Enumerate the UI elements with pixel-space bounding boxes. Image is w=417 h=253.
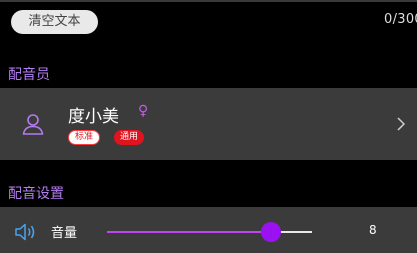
standard-badge: 标准 xyxy=(68,130,101,145)
character-counter: 0/300 xyxy=(384,12,417,27)
chevron-right-icon xyxy=(397,117,405,131)
volume-slider-thumb[interactable] xyxy=(261,222,281,242)
settings-section-title: 配音设置 xyxy=(8,186,64,202)
volume-slider-fill xyxy=(107,231,271,233)
voice-selector[interactable]: 度小美 ♀ 标准 通用 xyxy=(0,88,417,160)
clear-text-button[interactable]: 清空文本 xyxy=(11,10,98,34)
user-icon xyxy=(22,114,44,135)
speaker-icon xyxy=(15,223,35,241)
volume-row: 音量 8 xyxy=(0,207,417,253)
top-divider xyxy=(0,0,417,2)
volume-label: 音量 xyxy=(51,226,78,241)
common-badge: 通用 xyxy=(114,130,145,145)
female-icon: ♀ xyxy=(138,103,149,119)
voice-name: 度小美 xyxy=(68,107,119,127)
volume-value: 8 xyxy=(369,223,377,237)
voice-section-title: 配音员 xyxy=(8,67,50,83)
volume-slider[interactable] xyxy=(107,222,312,242)
